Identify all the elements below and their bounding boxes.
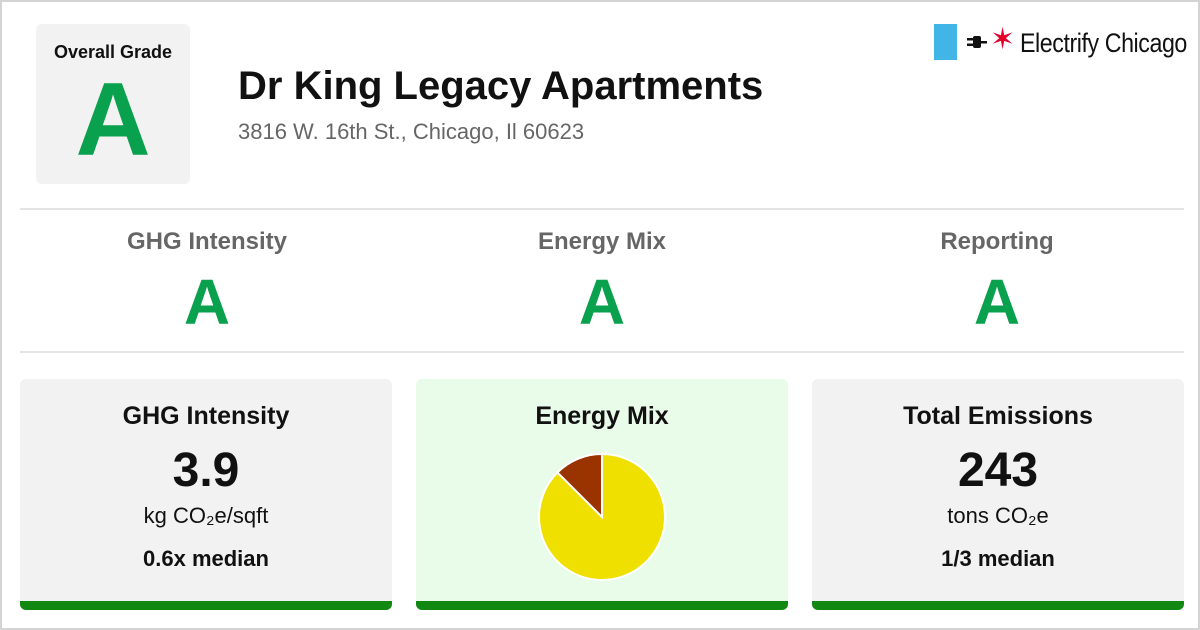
plug-icon (967, 36, 987, 48)
total-emissions-card: Total Emissions 243 tons CO₂e 1/3 median (812, 379, 1184, 610)
sub-grade-energy-mix: Energy Mix A (412, 228, 792, 334)
total-emissions-value: 243 (957, 444, 1039, 497)
card-accent-bar (20, 601, 392, 610)
sub-grade-ghg: GHG Intensity A (17, 228, 397, 334)
card-accent-bar (416, 601, 788, 610)
building-name: Dr King Legacy Apartments (238, 64, 764, 108)
divider (20, 351, 1184, 353)
ghg-intensity-unit: kg CO₂e/sqft (143, 503, 269, 528)
sub-grade-label: Energy Mix (537, 228, 667, 255)
sub-grade-reporting: Reporting A (807, 228, 1187, 334)
energy-mix-pie-chart (538, 452, 666, 581)
logo-text: Electrify Chicago (1020, 28, 1187, 58)
energy-mix-card: Energy Mix (416, 379, 788, 610)
star-icon: ✶ (990, 23, 1016, 56)
social-card: Overall Grade A Dr King Legacy Apartment… (0, 0, 1200, 630)
total-emissions-unit: tons CO₂e (947, 503, 1049, 528)
sub-grade-letter: A (973, 266, 1021, 338)
sub-grade-letter: A (183, 266, 231, 338)
building-address: 3816 W. 16th St., Chicago, Il 60623 (238, 119, 585, 144)
overall-grade-label: Overall Grade (53, 42, 173, 62)
ghg-intensity-value: 3.9 (172, 444, 240, 497)
overall-grade-box: Overall Grade A (36, 24, 190, 184)
sub-grade-letter: A (578, 266, 626, 338)
divider (20, 208, 1184, 210)
chicago-flag-icon (934, 24, 957, 60)
card-title: Total Emissions (903, 402, 1093, 430)
sub-grade-label: GHG Intensity (126, 228, 288, 255)
emissions-median-comparison: 1/3 median (941, 546, 1055, 571)
card-accent-bar (812, 601, 1184, 610)
card-title: Energy Mix (535, 402, 669, 430)
overall-grade-letter: A (75, 62, 151, 178)
card-title: GHG Intensity (122, 402, 290, 430)
ghg-intensity-card: GHG Intensity 3.9 kg CO₂e/sqft 0.6x medi… (20, 379, 392, 610)
ghg-median-comparison: 0.6x median (143, 546, 269, 571)
sub-grade-label: Reporting (940, 228, 1054, 255)
